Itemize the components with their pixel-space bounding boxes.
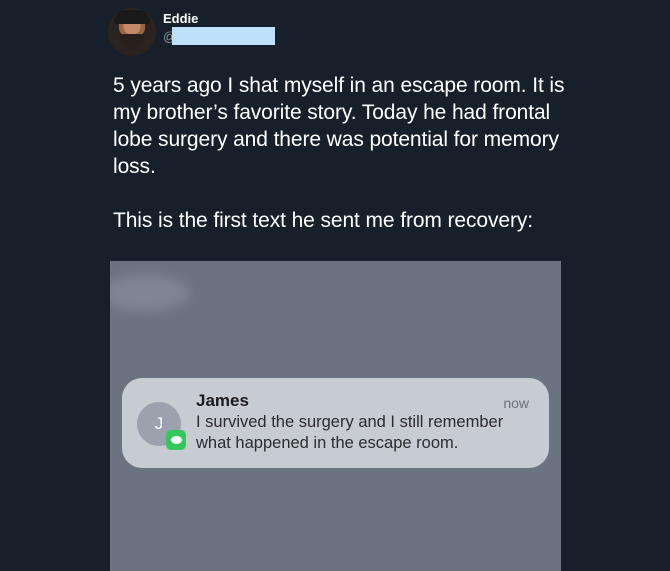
background-cloud	[110, 275, 190, 311]
tweet-text-paragraph: This is the first text he sent me from r…	[113, 209, 533, 232]
avatar-beard	[120, 34, 144, 50]
tweet-text-paragraph: 5 years ago I shat myself in an escape r…	[113, 74, 565, 178]
message-bubble-icon	[170, 436, 182, 444]
tweet: Eddie @ 5 years ago I shat myself in an …	[0, 0, 670, 571]
notification-time: now	[503, 395, 529, 411]
notification-sender: James	[196, 391, 249, 410]
messages-icon	[166, 430, 186, 450]
avatar-hat	[114, 10, 150, 24]
notification-message: I survived the surgery and I still remem…	[196, 413, 504, 452]
author-avatar[interactable]	[108, 8, 156, 56]
handle-redaction-box	[172, 27, 275, 45]
tweet-media-image[interactable]: J James now I survived the surgery and I…	[110, 261, 561, 571]
message-notification: J James now I survived the surgery and I…	[122, 378, 549, 468]
author-display-name[interactable]: Eddie	[163, 11, 198, 26]
tweet-body: 5 years ago I shat myself in an escape r…	[113, 72, 593, 234]
